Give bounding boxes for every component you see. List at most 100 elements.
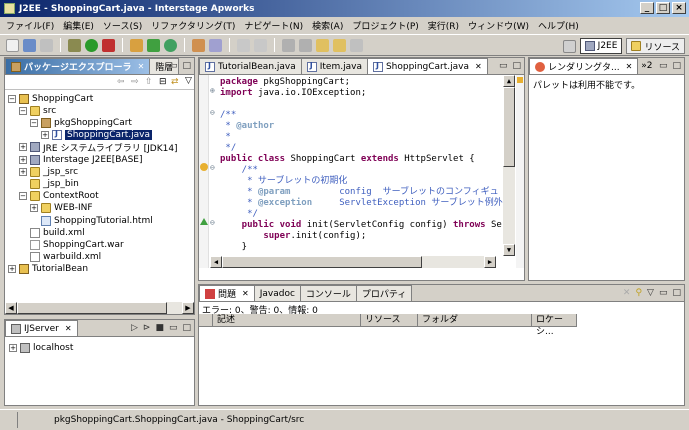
column-header-resource[interactable]: リソース: [361, 314, 418, 327]
expand-icon[interactable]: +: [19, 155, 27, 164]
external-tools-icon[interactable]: [102, 38, 115, 52]
open-type-icon[interactable]: [192, 38, 205, 52]
tree-item[interactable]: warbuild.xml: [19, 252, 101, 263]
run-icon[interactable]: [85, 38, 98, 52]
tree-item[interactable]: − pkgShoppingCart: [30, 117, 132, 128]
open-perspective-icon[interactable]: [562, 39, 576, 53]
tab-item-java[interactable]: Item.java: [300, 58, 368, 74]
tree-item[interactable]: − ShoppingCart: [8, 93, 93, 104]
perspective-resource-button[interactable]: リソース: [626, 38, 685, 54]
maximize-view-icon[interactable]: □: [512, 61, 521, 71]
forward-nav-icon[interactable]: ⇨: [131, 77, 139, 87]
column-header-location[interactable]: ロケーシ...: [532, 314, 577, 337]
ijserver-localhost[interactable]: + localhost: [9, 342, 73, 353]
perspective-j2ee-button[interactable]: J2EE: [579, 38, 623, 54]
menu-navigate[interactable]: ナビゲート(N): [244, 19, 303, 32]
tab-shoppingcart-java[interactable]: ShoppingCart.java ✕: [366, 58, 488, 74]
tab-ijserver[interactable]: IJServer ✕: [5, 320, 78, 336]
tab-console[interactable]: コンソール: [299, 285, 357, 301]
overview-warning-icon[interactable]: [517, 77, 523, 83]
minimize-view-icon[interactable]: ▭: [659, 288, 668, 298]
scroll-up-icon[interactable]: ▲: [503, 75, 515, 87]
previous-annotation-icon[interactable]: [299, 38, 312, 52]
view-menu-icon[interactable]: ▽: [185, 76, 192, 86]
menu-search[interactable]: 検索(A): [312, 19, 343, 32]
menu-window[interactable]: ウィンドウ(W): [468, 19, 529, 32]
scroll-right-icon[interactable]: ▶: [484, 256, 496, 268]
column-header-description[interactable]: 記述: [213, 314, 361, 327]
close-icon[interactable]: ✕: [65, 324, 72, 333]
minimize-button[interactable]: _: [640, 2, 654, 14]
tree-item[interactable]: + Interstage J2EE[BASE]: [19, 154, 142, 165]
maximize-button[interactable]: □: [656, 2, 670, 14]
fold-collapse-icon[interactable]: ⊖: [210, 218, 215, 227]
collapse-icon[interactable]: −: [8, 94, 16, 103]
menu-project[interactable]: プロジェクト(P): [352, 19, 418, 32]
debug-icon[interactable]: [68, 38, 81, 52]
scroll-down-icon[interactable]: ▼: [503, 244, 515, 256]
tab-problems[interactable]: 問題 ✕: [199, 285, 255, 301]
minimize-view-icon[interactable]: ▭: [169, 61, 178, 71]
scroll-left-icon[interactable]: ◀: [210, 256, 222, 268]
menu-edit[interactable]: 編集(E): [63, 19, 94, 32]
search-icon[interactable]: [209, 38, 222, 52]
tree-item[interactable]: + TutorialBean: [8, 264, 88, 275]
toggle-mark-icon[interactable]: [237, 38, 250, 52]
tab-rendering[interactable]: レンダリングタ... ✕: [529, 58, 639, 74]
menu-source[interactable]: ソース(S): [103, 19, 142, 32]
menu-run[interactable]: 実行(R): [428, 19, 459, 32]
column-header-icon[interactable]: [199, 314, 213, 327]
expand-icon[interactable]: +: [41, 131, 49, 140]
collapse-icon[interactable]: −: [19, 192, 27, 201]
delete-problem-icon[interactable]: ✕: [623, 288, 631, 298]
tab-properties[interactable]: プロパティ: [355, 285, 413, 301]
forward-icon[interactable]: [350, 38, 363, 52]
code-editor[interactable]: package pkgShoppingCart; import java.io.I…: [199, 75, 524, 268]
scroll-right-icon[interactable]: ▶: [182, 302, 194, 314]
collapse-icon[interactable]: −: [19, 106, 27, 115]
close-icon[interactable]: ✕: [475, 62, 482, 71]
back-nav-icon[interactable]: ⇦: [117, 77, 125, 87]
menu-help[interactable]: ヘルプ(H): [538, 19, 579, 32]
maximize-view-icon[interactable]: □: [182, 323, 191, 333]
minimize-view-icon[interactable]: ▭: [499, 61, 508, 71]
scroll-thumb[interactable]: [503, 87, 515, 167]
maximize-view-icon[interactable]: □: [672, 288, 681, 298]
scroll-left-icon[interactable]: ◀: [5, 302, 17, 314]
tree-item[interactable]: ShoppingTutorial.html: [30, 215, 153, 226]
expand-icon[interactable]: +: [9, 343, 17, 352]
close-icon[interactable]: ✕: [626, 62, 633, 71]
next-annotation-icon[interactable]: [282, 38, 295, 52]
close-icon[interactable]: ✕: [138, 62, 145, 71]
new-icon[interactable]: [6, 38, 19, 52]
tab-tutorialbean-java[interactable]: TutorialBean.java: [199, 58, 302, 74]
tree-item[interactable]: + WEB-INF: [30, 203, 93, 214]
editor-hscroll[interactable]: ◀ ▶: [210, 256, 496, 268]
new-java-project-icon[interactable]: [130, 38, 143, 52]
new-class-icon[interactable]: [164, 38, 177, 52]
save-icon[interactable]: [23, 38, 36, 52]
show-source-icon[interactable]: [254, 38, 267, 52]
column-header-folder[interactable]: フォルダ: [418, 314, 532, 327]
menu-refactor[interactable]: リファクタリング(T): [151, 19, 235, 32]
tree-item[interactable]: − ContextRoot: [19, 191, 99, 202]
start-server-icon[interactable]: ▷: [131, 323, 138, 333]
collapse-all-icon[interactable]: ⊟: [159, 77, 167, 87]
tree-item[interactable]: build.xml: [19, 227, 85, 238]
tree-item[interactable]: + ShoppingCart.java: [41, 129, 153, 141]
expand-icon[interactable]: +: [8, 265, 16, 274]
tab-package-explorer[interactable]: パッケージエクスプローラ ✕: [5, 58, 151, 74]
warning-marker-icon[interactable]: [200, 163, 208, 171]
close-icon[interactable]: ✕: [242, 289, 249, 298]
tree-item[interactable]: + JRE システムライブラリ [JDK14]: [19, 142, 178, 154]
view-menu-icon[interactable]: ▽: [647, 288, 654, 298]
view-overflow-indicator[interactable]: »2: [641, 61, 652, 71]
tree-item[interactable]: ShoppingCart.war: [19, 239, 124, 250]
last-edit-icon[interactable]: [316, 38, 329, 52]
scroll-thumb[interactable]: [222, 256, 422, 268]
editor-vscroll[interactable]: ▲ ▼: [503, 75, 515, 256]
close-button[interactable]: ×: [672, 2, 686, 14]
menu-file[interactable]: ファイル(F): [6, 19, 54, 32]
scroll-thumb[interactable]: [17, 302, 167, 314]
expand-icon[interactable]: +: [30, 204, 38, 213]
